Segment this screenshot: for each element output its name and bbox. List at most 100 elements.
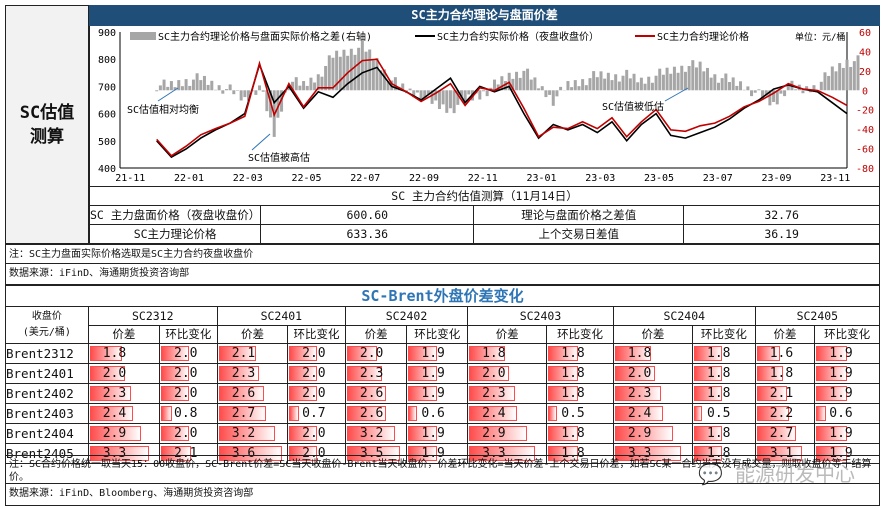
spread-bar <box>478 90 481 99</box>
spread-cell: 2.3 <box>345 364 407 384</box>
spread-bar <box>486 90 489 96</box>
change-cell: 1.8 <box>693 344 756 364</box>
spread-bar <box>328 55 331 90</box>
change-header: 环比变化 <box>160 325 218 344</box>
cell-value: 3.2 <box>346 424 407 443</box>
change-cell: 1.9 <box>815 424 880 444</box>
spread-cell: 2.6 <box>345 404 407 424</box>
spread-bar <box>548 90 551 95</box>
cell-value: 3.2 <box>218 424 287 443</box>
spread-bar <box>757 89 760 90</box>
cell-value: 2.9 <box>614 424 692 443</box>
spread-bar <box>640 78 643 91</box>
spread-bar <box>611 80 614 90</box>
spread-bar <box>185 79 188 90</box>
spread-bar <box>232 90 235 94</box>
spread-bar <box>728 82 731 90</box>
contract-header: SC2312 <box>88 307 217 326</box>
cell-value: 2.0 <box>288 364 345 383</box>
cell-value: 2.0 <box>160 384 217 403</box>
spread-bar <box>779 90 782 93</box>
spread-bar <box>159 85 162 90</box>
spread-bar <box>555 90 558 96</box>
cell-value: 2.0 <box>288 344 345 363</box>
table-row: Brent23121.82.02.12.02.01.91.81.81.81.81… <box>6 344 880 364</box>
spread-bar <box>339 57 342 91</box>
change-cell: 2.0 <box>160 344 218 364</box>
cell-value: 1.9 <box>815 384 879 403</box>
spread-bar <box>702 71 705 90</box>
cell: 1.8 <box>547 364 613 383</box>
change-cell: 0.8 <box>160 404 218 424</box>
cell: 0.7 <box>288 404 345 423</box>
table-row: Brent24032.40.82.70.72.60.62.40.52.40.52… <box>6 404 880 424</box>
cell-value: 2.9 <box>89 424 159 443</box>
spread-bar <box>688 66 691 90</box>
change-header: 环比变化 <box>547 325 614 344</box>
y-right-tick: 60 <box>859 28 871 39</box>
spread-bar <box>416 90 419 92</box>
spread-bar <box>633 74 636 91</box>
cell: 2.9 <box>468 424 546 443</box>
cell: 1.8 <box>468 344 546 363</box>
contract-header: SC2404 <box>613 307 755 326</box>
spread-bar <box>361 41 364 91</box>
cell-value: 1.9 <box>815 364 879 383</box>
spread-bar <box>647 77 650 91</box>
corner-header: 收盘价(美元/桶) <box>6 307 89 344</box>
spread-cell: 2.0 <box>613 364 692 384</box>
chart-title: SC主力合约理论与盘面价差 <box>89 5 880 26</box>
x-tick: 23-03 <box>585 173 615 184</box>
cell: 1.6 <box>756 344 815 363</box>
spread-bar <box>636 82 639 90</box>
spread-cell: 2.3 <box>217 364 287 384</box>
change-header: 环比变化 <box>693 325 756 344</box>
cell-value: 1.8 <box>468 344 546 363</box>
cell-value: 2.0 <box>288 424 345 443</box>
spread-bar <box>298 86 301 91</box>
cell-value: 1.9 <box>407 424 467 443</box>
spread-bar <box>842 68 845 90</box>
cell: 2.7 <box>756 424 815 443</box>
spread-bar <box>651 83 654 91</box>
spread-bar <box>823 72 826 90</box>
cell-value: 0.5 <box>547 404 613 423</box>
spread-bar <box>614 74 617 90</box>
spread-cell: 1.8 <box>88 344 159 364</box>
spread-bar <box>710 78 713 91</box>
cell: 0.6 <box>407 404 467 423</box>
cell-value: 1.8 <box>693 344 755 363</box>
spread-cell: 1.8 <box>468 344 547 364</box>
spread-bar <box>853 61 856 90</box>
spread-bar <box>706 68 709 90</box>
y-left-tick: 600 <box>98 110 116 121</box>
x-tick: 22-03 <box>233 173 263 184</box>
cell-value: 2.3 <box>468 384 546 403</box>
spread-cell: 2.9 <box>88 424 159 444</box>
spread-bar <box>680 66 683 91</box>
spread-bar <box>243 90 246 97</box>
spread-bar <box>207 85 210 90</box>
spread-bar <box>787 85 790 90</box>
cell: 2.9 <box>614 424 692 443</box>
spread-bar <box>552 90 555 106</box>
cell-value: 1.9 <box>407 344 467 363</box>
cell-value: 2.7 <box>218 404 287 423</box>
annotation-undervalued: SC估值被低估 <box>602 100 664 113</box>
spread-bar <box>537 88 540 90</box>
spread-bar <box>196 73 199 90</box>
cell-value: 1.8 <box>693 384 755 403</box>
cell: 1.8 <box>693 344 755 363</box>
cell: 2.6 <box>218 384 287 403</box>
cell-value: 2.0 <box>346 344 407 363</box>
change-cell: 1.9 <box>407 424 468 444</box>
cell: 1.8 <box>693 424 755 443</box>
spread-bar <box>857 55 860 90</box>
diff-label: 理论与盘面价格之差值 <box>474 206 684 225</box>
spread-bar <box>581 79 584 90</box>
cell: 1.8 <box>89 344 159 363</box>
cell: 1.9 <box>407 424 467 443</box>
spread-bar <box>221 90 224 93</box>
cell: 3.2 <box>218 424 287 443</box>
spread-bar <box>449 90 452 108</box>
